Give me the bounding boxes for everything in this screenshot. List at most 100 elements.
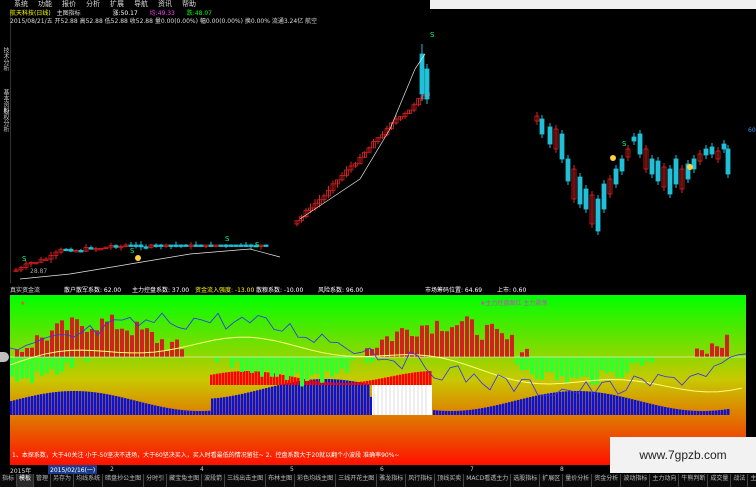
momentum-bar-green	[520, 357, 524, 371]
indicator-tab[interactable]: 指标	[0, 474, 18, 487]
volume-bar-blue	[166, 407, 169, 415]
indicator-title: 真实资金流	[10, 287, 41, 294]
volume-bar-red	[279, 374, 282, 385]
volume-bar-blue	[634, 399, 637, 415]
menu-item[interactable]: 报价	[57, 0, 81, 9]
indicator-tab[interactable]: 暗盘抄公主图	[103, 474, 145, 487]
indicator-tab[interactable]: 布林主图	[266, 474, 296, 487]
sell-signal: S	[622, 140, 627, 148]
candle-body	[595, 198, 601, 232]
indicator-tab[interactable]: 另存为	[51, 474, 75, 487]
indicator-tab[interactable]: 主线战法	[748, 474, 756, 487]
momentum-bar-green	[635, 357, 639, 363]
momentum-bar-green	[260, 357, 264, 377]
indicator-tab[interactable]: 牛熊判断	[679, 474, 709, 487]
momentum-bar-green	[545, 357, 549, 372]
candle-body	[721, 143, 727, 150]
volume-bar-blue	[481, 408, 484, 415]
indicator-tab[interactable]: 均线系统	[74, 474, 104, 487]
momentum-bar-green	[365, 357, 369, 363]
volume-bar-blue	[694, 410, 697, 415]
volume-bar-blue	[493, 405, 496, 415]
volume-bar-blue	[118, 396, 121, 415]
indicator-tab[interactable]: 成交量	[708, 474, 732, 487]
volume-bar-blue	[295, 381, 298, 415]
volume-bar-blue	[523, 398, 526, 415]
panel-toggle-handle[interactable]	[0, 352, 9, 362]
indicator-tab[interactable]: 扩展区	[540, 474, 564, 487]
volume-bar-blue	[121, 397, 124, 415]
momentum-bar-green	[245, 357, 249, 371]
indicator-tab[interactable]: 藏宝兔主图	[167, 474, 203, 487]
indicator-tab[interactable]: 波段箭	[202, 474, 226, 487]
volume-bar-blue	[355, 381, 358, 415]
volume-bar-blue	[250, 391, 253, 415]
momentum-bar-red	[75, 319, 79, 357]
momentum-bar-red	[480, 339, 484, 357]
candle-body	[709, 146, 715, 155]
indicator-tab[interactable]: 选股指标	[511, 474, 541, 487]
menu-item[interactable]: 功能	[33, 0, 57, 9]
volume-bar-blue	[124, 398, 127, 415]
menu-item[interactable]: 扩展	[105, 0, 129, 9]
volume-bar-blue	[205, 410, 208, 415]
indicator-tab[interactable]: 风行指标	[406, 474, 436, 487]
indicator-tab[interactable]: 彩色均线主图	[295, 474, 337, 487]
indicator-tab[interactable]: 雅龙指标	[377, 474, 407, 487]
momentum-bar-red	[485, 324, 489, 357]
indicator-tab[interactable]: MACD看透主力	[464, 474, 512, 487]
indicator-tab[interactable]: 顶线买卖	[435, 474, 465, 487]
volume-bar-red	[366, 380, 369, 385]
indicator-tab[interactable]: 主力动向	[650, 474, 680, 487]
momentum-bar-green	[555, 357, 559, 381]
menu-item[interactable]: 导航	[129, 0, 153, 9]
indicator-tab[interactable]: 模板	[17, 474, 35, 487]
indicator-tab[interactable]: 分时引	[144, 474, 168, 487]
side-tab-equity[interactable]: 股权分析	[0, 105, 10, 135]
menu-item[interactable]: 帮助	[177, 0, 201, 9]
momentum-bar-red	[85, 331, 89, 357]
indicator-tab[interactable]: 波动指标	[621, 474, 651, 487]
momentum-bar-green	[65, 357, 69, 363]
momentum-bar-red	[465, 316, 469, 357]
volume-bar-blue	[586, 391, 589, 415]
indicator-tab[interactable]: 量价分析	[563, 474, 593, 487]
candle-body	[583, 188, 589, 210]
menu-item[interactable]: 分析	[81, 0, 105, 9]
menu-item[interactable]: 系统	[0, 0, 33, 9]
watermark-text: www.7gpzb.com	[639, 448, 727, 462]
indicator-legend: ★主力控盘图红 主力震荡	[480, 299, 547, 307]
candle-body	[68, 248, 74, 252]
volume-bar-blue	[559, 391, 562, 415]
volume-bar-blue	[490, 406, 493, 415]
volume-bar-blue	[64, 391, 67, 415]
time-mark: 2	[110, 466, 114, 473]
candlestick-chart[interactable]: SSSSSS28.87	[10, 9, 746, 283]
momentum-bar-green	[605, 357, 609, 374]
momentum-bar-green	[55, 357, 59, 375]
indicator-tab[interactable]: 管理	[34, 474, 52, 487]
volume-bar-red	[342, 382, 345, 385]
momentum-bar-red	[70, 317, 74, 357]
time-cursor-date: 2015/02/16(一)	[48, 465, 98, 474]
volume-bar-blue	[283, 383, 286, 415]
volume-bar-red	[219, 373, 222, 385]
volume-bar-blue	[184, 410, 187, 415]
volume-bar-blue	[547, 393, 550, 415]
indicator-tab[interactable]: 战法	[731, 474, 749, 487]
indicator-tab[interactable]: 三线开花主图	[336, 474, 378, 487]
momentum-bar-green	[255, 357, 259, 372]
momentum-bar-green	[620, 357, 624, 378]
volume-bar-blue	[502, 403, 505, 415]
momentum-bar-red	[710, 343, 714, 357]
volume-bar-red	[294, 377, 297, 385]
ma-line	[299, 53, 426, 220]
volume-bar-blue	[271, 386, 274, 415]
indicator-tab[interactable]: 资金分析	[592, 474, 622, 487]
smiley-icon	[687, 164, 693, 170]
indicator-tab[interactable]: 三线出击主图	[225, 474, 267, 487]
volume-bar-blue	[247, 392, 250, 415]
side-tab-technical[interactable]: 技术分析	[0, 39, 10, 79]
volume-bar-blue	[160, 406, 163, 415]
menu-item[interactable]: 资讯	[153, 0, 177, 9]
